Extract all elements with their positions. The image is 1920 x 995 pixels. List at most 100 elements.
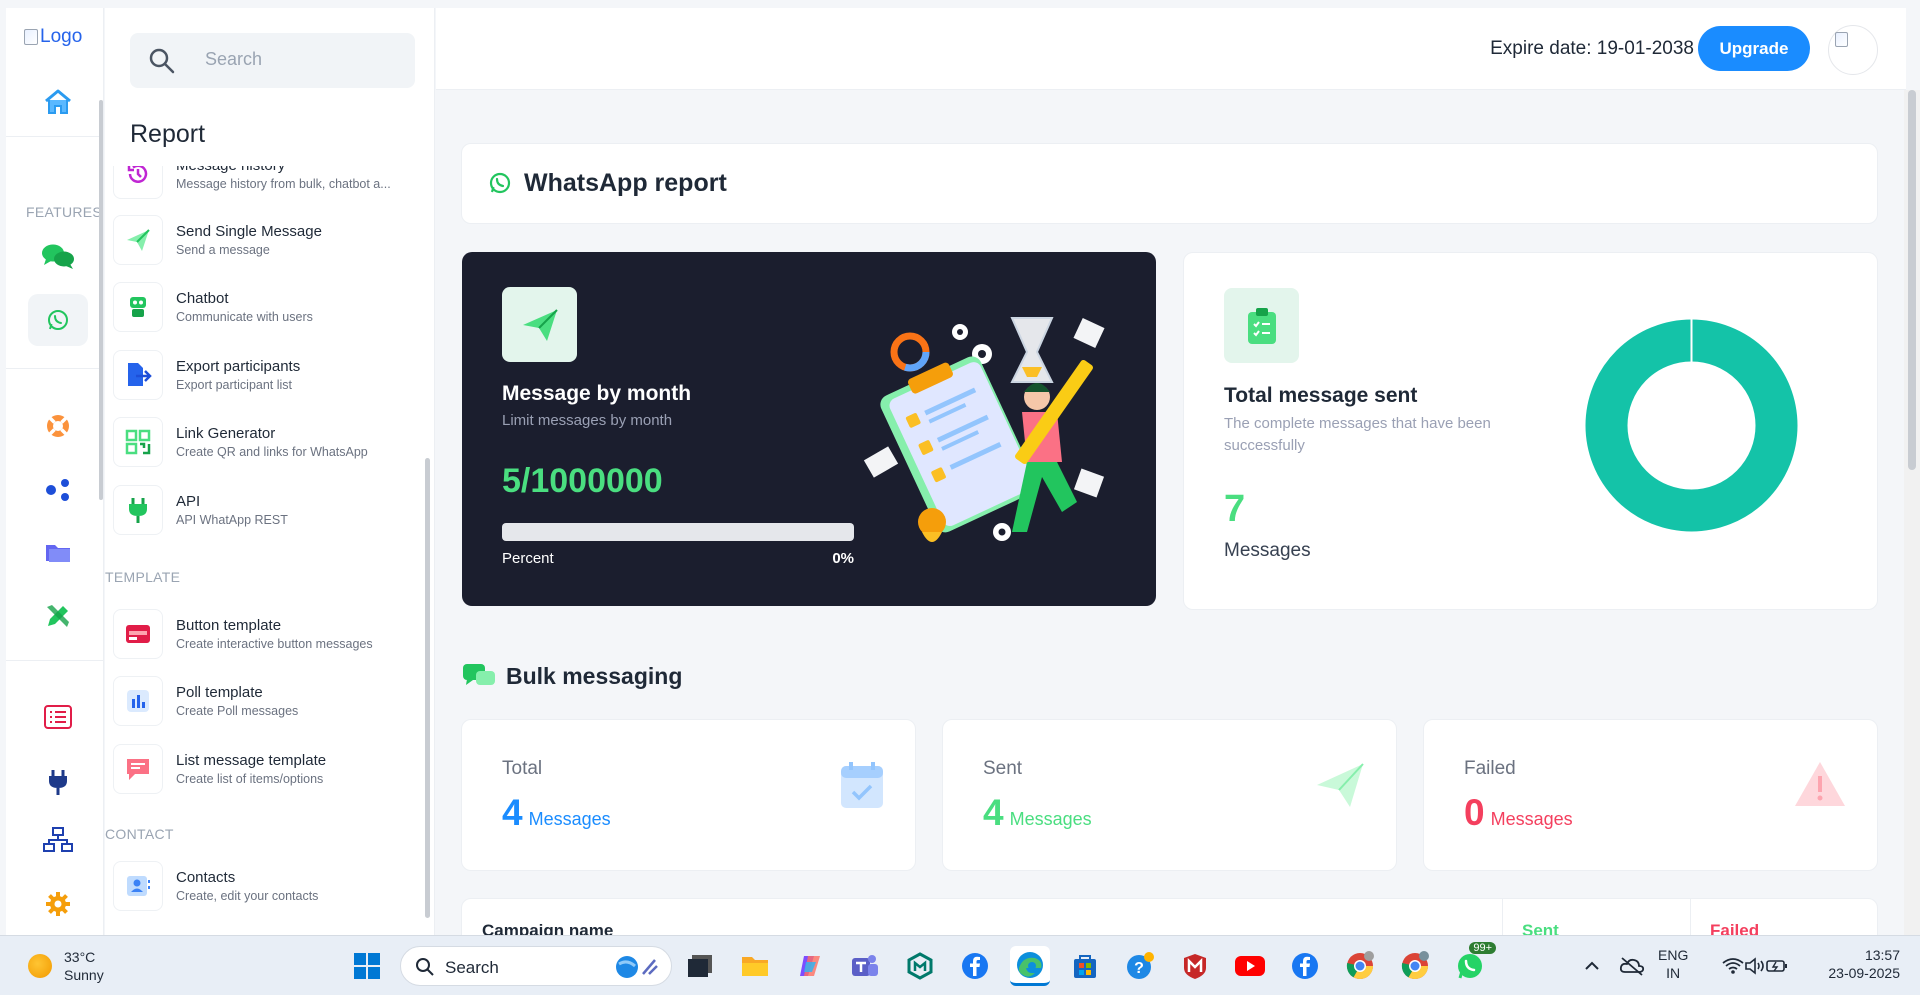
stat-label: Failed (1464, 758, 1516, 779)
folder-icon (742, 957, 768, 976)
search-input[interactable] (205, 49, 395, 70)
tray-overflow[interactable] (1572, 946, 1612, 986)
rail-support[interactable] (28, 400, 88, 452)
stat-label: Total (502, 758, 543, 779)
lang-secondary: IN (1666, 965, 1681, 981)
icon-box (113, 350, 163, 400)
menu-item-title: Contacts (176, 869, 236, 886)
taskbar-task-view[interactable] (680, 946, 720, 986)
windows-icon (354, 953, 380, 979)
menu-item-contacts[interactable]: Contacts Create, edit your contacts (113, 858, 423, 914)
page-scrollbar[interactable] (1908, 90, 1916, 470)
wifi-icon (1722, 958, 1744, 974)
column-header-campaign[interactable]: Campaign name (482, 921, 613, 935)
rail-sitemap[interactable] (28, 814, 88, 866)
volume-icon (1745, 957, 1764, 975)
rail-scrollbar[interactable] (99, 100, 103, 500)
rail-plugin[interactable] (28, 756, 88, 808)
stat-card-failed: Failed 0 Messages (1423, 719, 1878, 871)
menu-item-title: Message history (176, 166, 391, 174)
search-icon (416, 958, 434, 976)
column-divider (1690, 899, 1691, 935)
menu-item-title: Button template (176, 617, 282, 634)
taskbar-mcafee[interactable] (1175, 946, 1215, 986)
search-box[interactable] (130, 33, 415, 88)
shield-app-icon (907, 952, 933, 980)
tray-quick-settings[interactable] (1710, 946, 1800, 986)
menu-item-title: API (176, 493, 201, 510)
list-icon (44, 705, 72, 729)
taskbar-chrome-2[interactable] (1395, 946, 1435, 986)
weather-widget[interactable]: 33°C Sunny (28, 948, 104, 984)
menu-item-api[interactable]: API API WhatApp REST (113, 482, 423, 538)
rail-list[interactable] (28, 691, 88, 743)
menu-item-message-history[interactable]: Message history Message history from bulk… (113, 166, 423, 202)
help-icon: ? (1127, 952, 1154, 979)
taskbar-chrome-1[interactable] (1340, 946, 1380, 986)
start-button[interactable] (347, 946, 387, 986)
rail-connections[interactable] (28, 464, 88, 516)
stat-value: 4 Messages (502, 792, 611, 834)
rail-chat[interactable] (28, 230, 88, 282)
taskbar-search[interactable]: Search (400, 946, 672, 986)
taskbar-file-explorer[interactable] (735, 946, 775, 986)
plug-icon (129, 498, 147, 523)
tray-language[interactable]: ENG IN (1658, 946, 1688, 982)
section-label-template: TEMPLATE (105, 569, 181, 585)
taskbar-facebook-2[interactable] (1285, 946, 1325, 986)
stat-label: Sent (983, 758, 1023, 779)
column-header-sent[interactable]: Sent (1522, 921, 1559, 935)
taskbar-whatsapp[interactable]: 99+ (1450, 942, 1496, 986)
mcafee-icon (1184, 954, 1206, 979)
taskbar-copilot[interactable] (790, 946, 830, 986)
menu-item-button-template[interactable]: Button template Create interactive button… (113, 606, 423, 662)
menu-item-list-message-template[interactable]: List message template Create list of item… (113, 741, 423, 797)
taskbar-facebook-1[interactable] (955, 946, 995, 986)
paper-plane-icon (1317, 763, 1364, 807)
message-list-icon (127, 759, 149, 780)
chat-bubbles-icon (42, 244, 74, 269)
card-subtitle: Limit messages by month (502, 412, 673, 429)
clock-date: 23-09-2025 (1828, 965, 1900, 981)
edge-icon (1017, 951, 1043, 978)
taskbar-edge[interactable] (1010, 946, 1050, 986)
rail-whatsapp[interactable] (28, 294, 88, 346)
rail-home[interactable] (28, 76, 88, 128)
rail-files[interactable] (28, 526, 88, 578)
icon-box (113, 166, 163, 199)
broken-image-icon (24, 29, 38, 45)
menu-item-title: Export participants (176, 358, 301, 375)
avatar[interactable] (1828, 25, 1878, 75)
stat-value: 4 Messages (983, 792, 1092, 834)
search-icon (149, 48, 175, 74)
panel-scrollbar[interactable] (425, 458, 430, 918)
menu-item-chatbot[interactable]: Chatbot Communicate with users (113, 279, 423, 335)
expire-date: Expire date: 19-01-2038 (1490, 38, 1694, 59)
rail-editor[interactable] (28, 590, 88, 642)
upgrade-button[interactable]: Upgrade (1698, 26, 1810, 71)
menu-item-send-single-message[interactable]: Send Single Message Send a message (113, 212, 423, 268)
logo-alt-text: Logo (40, 26, 83, 47)
usage-progress-bar (502, 523, 854, 541)
home-icon (45, 89, 71, 114)
task-view-icon (688, 955, 712, 977)
lang-primary: ENG (1658, 947, 1689, 963)
menu-item-desc: Create list of items/options (176, 772, 324, 786)
cloud-off-icon (1619, 957, 1645, 976)
menu-item-export-participants[interactable]: Export participants Export participant li… (113, 347, 423, 403)
taskbar-app-shield[interactable] (900, 946, 940, 986)
taskbar-help[interactable]: ? (1120, 946, 1160, 986)
column-header-failed[interactable]: Failed (1710, 921, 1759, 935)
rail-settings[interactable] (28, 878, 88, 930)
menu-item-poll-template[interactable]: Poll template Create Poll messages (113, 673, 423, 729)
taskbar-youtube[interactable] (1230, 946, 1270, 986)
icon-box (113, 282, 163, 332)
menu-item-link-generator[interactable]: Link Generator Create QR and links for Wh… (113, 414, 423, 470)
divider (6, 136, 104, 137)
tray-clock[interactable]: 13:57 23-09-2025 (1810, 946, 1900, 982)
weather-condition: Sunny (64, 967, 104, 983)
taskbar-store[interactable] (1065, 946, 1105, 986)
tray-onedrive[interactable] (1612, 946, 1652, 986)
taskbar-teams[interactable] (845, 946, 885, 986)
logo[interactable]: Logo (24, 26, 82, 48)
